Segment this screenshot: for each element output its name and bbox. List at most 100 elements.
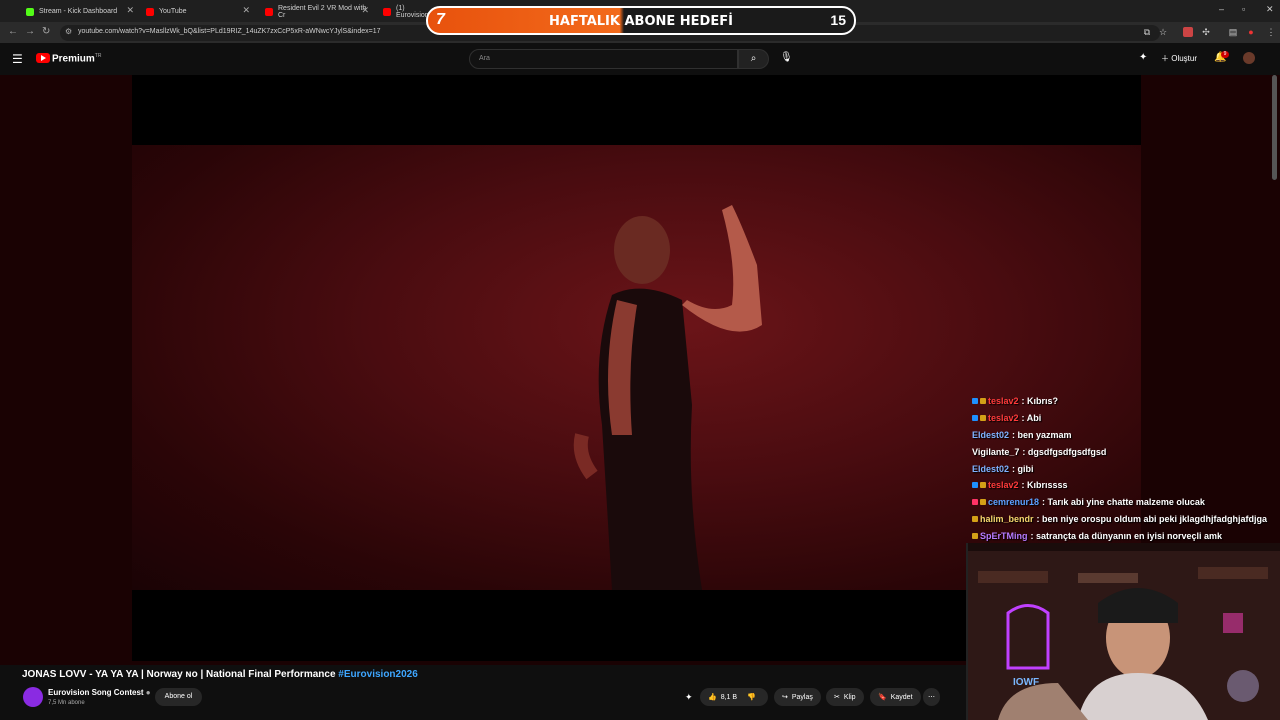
- search-button[interactable]: ⌕: [738, 49, 769, 69]
- page-scrollbar[interactable]: [1272, 75, 1277, 180]
- close-window-icon[interactable]: ✕: [1266, 4, 1274, 15]
- maximize-icon[interactable]: ▫: [1242, 4, 1245, 14]
- more-menu-icon[interactable]: ⋮: [1266, 27, 1276, 37]
- more-actions-button[interactable]: ⋯: [923, 688, 940, 706]
- scissors-icon: ✂: [834, 694, 840, 701]
- channel-name[interactable]: Eurovision Song Contest ●: [48, 688, 151, 697]
- save-button[interactable]: 🔖 Kaydet: [870, 688, 921, 706]
- chat-username: teslav2: [988, 480, 1019, 491]
- tab-youtube[interactable]: YouTube ✕: [140, 3, 254, 20]
- chat-username: Eldest02: [972, 463, 1010, 474]
- chat-message: Eldest02 : ben yazmam: [972, 427, 1280, 444]
- chat-text: : Kıbrıssss: [1021, 480, 1068, 491]
- profile-icon[interactable]: ●: [1246, 27, 1256, 37]
- chat-text: : dgsdfgsdfgsdfgsd: [1022, 446, 1107, 457]
- extension-icon[interactable]: [1183, 27, 1193, 37]
- chat-message: teslav2 : Kıbrıs?: [972, 393, 1280, 410]
- chat-text: : ben yazmam: [1012, 429, 1072, 440]
- tab-resident-evil[interactable]: Resident Evil 2 VR Mod with Cr ✕: [259, 3, 373, 20]
- chat-badge-icon: [972, 499, 978, 506]
- site-info-icon[interactable]: ⚙: [65, 27, 72, 36]
- chat-badge-icon: [980, 499, 986, 506]
- channel-avatar[interactable]: [23, 687, 43, 707]
- hashtag-link[interactable]: #Eurovision2026: [338, 669, 417, 680]
- performer-silhouette: [573, 205, 762, 590]
- tab-label: Stream - Kick Dashboard: [39, 8, 118, 15]
- close-icon[interactable]: ✕: [361, 5, 369, 16]
- search-input[interactable]: Ara: [469, 49, 738, 69]
- chat-message: Vigilante_7 : dgsdfgsdfgsdfgsd: [972, 443, 1280, 460]
- chat-badge-icon: [980, 482, 986, 489]
- video-title: JONAS LOVV - YA YA YA | Norway ɴᴏ | Nati…: [22, 669, 418, 680]
- hamburger-menu-icon[interactable]: ☰: [12, 52, 23, 66]
- youtube-icon: [146, 7, 154, 16]
- chat-username: halim_bendr: [980, 513, 1034, 524]
- webcam-scene: IOWF: [968, 543, 1280, 720]
- tab-kick-dashboard[interactable]: Stream - Kick Dashboard ✕: [20, 3, 138, 20]
- chat-text: : Kıbrıs?: [1021, 396, 1059, 407]
- bookmark-icon: 🔖: [878, 694, 887, 701]
- search-icon: ⌕: [750, 53, 757, 64]
- dislike-icon[interactable]: 👎: [747, 693, 756, 701]
- share-icon: ↪: [782, 694, 788, 701]
- chat-username: cemrenur18: [988, 497, 1040, 508]
- like-icon: 👍: [708, 694, 717, 701]
- bookmark-star-icon[interactable]: ☆: [1158, 27, 1168, 37]
- chat-badge-icon: [972, 532, 978, 539]
- goal-label: HAFTALIK ABONE HEDEFİ: [549, 14, 733, 29]
- chat-message: Eldest02 : gibi: [972, 460, 1280, 477]
- clip-button[interactable]: ✂ Klip: [826, 688, 864, 706]
- chat-text: : Abi: [1021, 413, 1042, 424]
- subscribe-button[interactable]: Abone ol: [155, 688, 202, 706]
- more-icon: ⋯: [928, 694, 935, 701]
- chat-message: teslav2 : Kıbrıssss: [972, 477, 1280, 494]
- forward-icon[interactable]: →: [25, 26, 35, 37]
- reload-icon[interactable]: ↻: [42, 26, 50, 37]
- subscriber-count: 7,5 Mn abone: [48, 700, 85, 706]
- chat-badge-icon: [980, 415, 986, 422]
- share-button[interactable]: ↪ Paylaş: [774, 688, 821, 706]
- install-icon[interactable]: ⧉: [1142, 27, 1152, 37]
- stream-chat-overlay: teslav2 : Kıbrıs? teslav2 : Abi Eldest02…: [972, 393, 1280, 544]
- chat-message: cemrenur18 : Tarık abi yine chatte malze…: [972, 494, 1280, 511]
- chat-text: : gibi: [1012, 463, 1034, 474]
- youtube-brand[interactable]: PremiumTR: [52, 53, 101, 64]
- extension-icon[interactable]: ▤: [1228, 27, 1238, 37]
- close-icon[interactable]: ✕: [126, 5, 134, 16]
- chat-badge-icon: [980, 398, 986, 405]
- minimize-icon[interactable]: –: [1219, 4, 1224, 14]
- extensions-puzzle-icon[interactable]: ✣: [1201, 27, 1211, 37]
- create-button[interactable]: ＋ Oluştur: [1161, 53, 1197, 64]
- chat-text: : satrançta da dünyanın en iyisi norveçl…: [1030, 530, 1223, 541]
- tab-eurovision[interactable]: (1) Eurovision: [377, 3, 432, 20]
- tab-label: YouTube: [159, 8, 187, 15]
- subscriber-goal-bar: 7 HAFTALIK ABONE HEDEFİ 15: [426, 6, 856, 35]
- chat-username: teslav2: [988, 396, 1019, 407]
- close-icon[interactable]: ✕: [242, 5, 250, 16]
- chat-badge-icon: [972, 398, 978, 405]
- plus-icon: ＋: [1161, 54, 1169, 63]
- verified-icon: ●: [145, 688, 151, 697]
- chat-username: teslav2: [988, 413, 1019, 424]
- chat-username: Vigilante_7: [972, 446, 1020, 457]
- microphone-icon[interactable]: 🎙: [780, 52, 793, 63]
- chat-username: SpErTMing: [980, 530, 1028, 541]
- chat-message: teslav2 : Abi: [972, 410, 1280, 427]
- goal-target: 15: [830, 12, 846, 28]
- youtube-logo-icon[interactable]: [36, 53, 50, 63]
- chat-text: : ben niye orospu oldum abi peki jklagdh…: [1036, 513, 1268, 524]
- chat-text: : Tarık abi yine chatte malzeme olucak: [1042, 497, 1205, 508]
- tab-label: Resident Evil 2 VR Mod with Cr: [278, 4, 367, 19]
- chat-badge-icon: [972, 482, 978, 489]
- chat-message: halim_bendr : ben niye orospu oldum abi …: [972, 511, 1280, 528]
- like-count: 8,1 B: [720, 693, 738, 701]
- avatar[interactable]: [1243, 52, 1255, 64]
- chat-badge-icon: [972, 415, 978, 422]
- streamer-webcam: IOWF: [966, 543, 1280, 720]
- kick-icon: [26, 7, 34, 16]
- like-dislike-button[interactable]: 👍 8,1 B 👎: [700, 688, 768, 706]
- back-icon[interactable]: ←: [8, 26, 18, 37]
- chat-message: SpErTMing : satrançta da dünyanın en iyi…: [972, 527, 1280, 544]
- extension-icon[interactable]: ✦: [685, 692, 693, 703]
- extension-icon[interactable]: ✦: [1139, 52, 1147, 63]
